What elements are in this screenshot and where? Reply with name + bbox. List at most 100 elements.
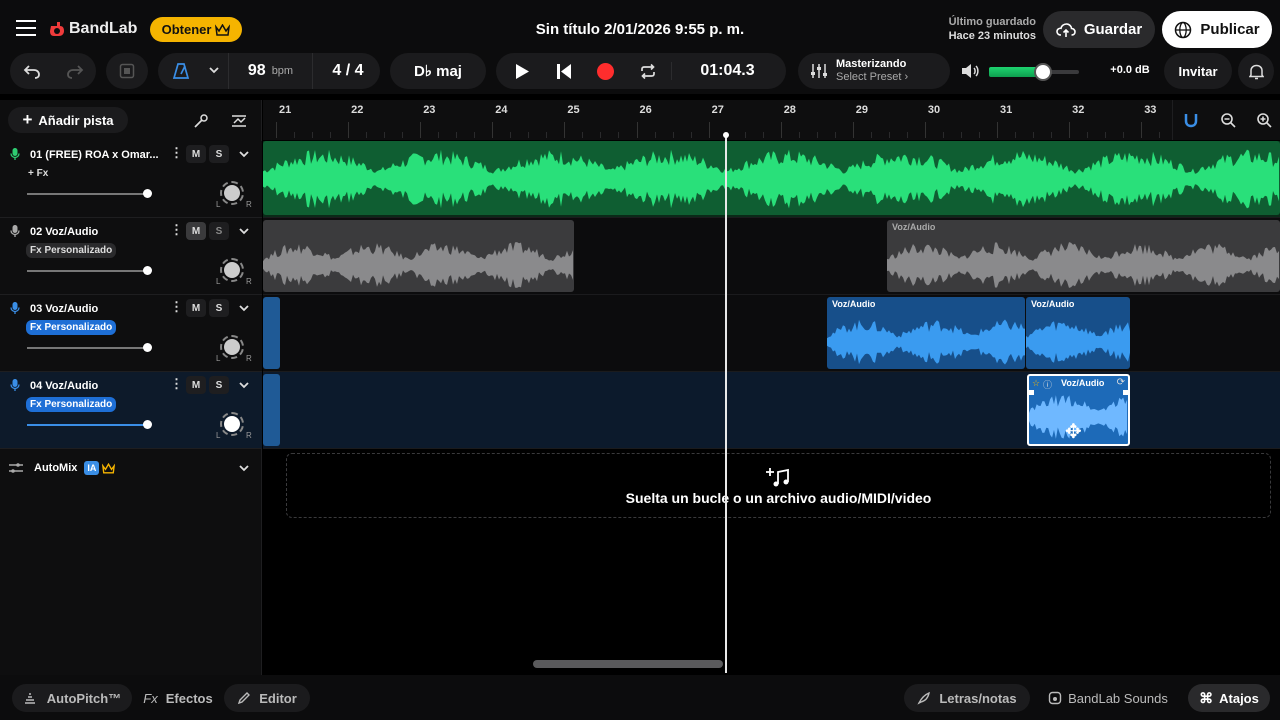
track-volume-slider[interactable] <box>27 420 152 429</box>
skip-back-icon[interactable] <box>556 63 572 83</box>
automation-icon[interactable] <box>230 112 248 133</box>
lane-track-1[interactable] <box>263 141 1280 218</box>
microphone-icon[interactable] <box>10 224 20 238</box>
microphone-icon[interactable] <box>10 378 20 392</box>
track-volume-knob[interactable] <box>143 343 152 352</box>
timeline-ruler[interactable]: 21 22 23 24 25 26 27 28 29 30 31 32 33 <box>263 100 1280 140</box>
effects-button[interactable]: Fx Efectos <box>134 684 222 712</box>
track-volume-slider[interactable] <box>27 266 152 275</box>
clip-loop-icon[interactable]: ⟳ <box>1117 377 1125 388</box>
track-volume-slider[interactable] <box>27 343 152 352</box>
horizontal-scrollbar[interactable] <box>533 660 723 668</box>
play-icon[interactable] <box>514 63 530 83</box>
track-name[interactable]: 04 Voz/Audio <box>30 380 98 392</box>
redo-icon[interactable] <box>53 63 96 79</box>
audio-clip-track-3b[interactable]: Voz/Audio <box>1026 297 1130 369</box>
undo-icon[interactable] <box>10 63 53 79</box>
chevron-down-icon[interactable] <box>238 462 250 474</box>
track-header-4[interactable]: 04 Voz/Audio Fx Personalizado ⋮ M S L R <box>0 372 262 449</box>
chevron-down-icon[interactable] <box>238 148 250 160</box>
track-menu-icon[interactable]: ⋮ <box>170 223 183 236</box>
pan-knob[interactable] <box>220 181 244 205</box>
mute-button[interactable]: M <box>186 222 206 240</box>
microphone-icon[interactable] <box>10 147 20 161</box>
lane-track-4[interactable]: Voz/Audio ☆ ⓘ ⟳ ✥ <box>263 372 1280 449</box>
get-premium-button[interactable]: Obtener <box>150 17 242 42</box>
playhead-head[interactable] <box>723 132 729 138</box>
track-menu-icon[interactable]: ⋮ <box>170 377 183 390</box>
track-volume-knob[interactable] <box>143 420 152 429</box>
layout-button[interactable] <box>106 53 148 89</box>
record-button[interactable] <box>597 63 614 80</box>
speaker-icon[interactable] <box>961 63 979 82</box>
autopitch-button[interactable]: AutoPitch™ <box>12 684 132 712</box>
lane-track-2[interactable]: Voz/Audio <box>263 218 1280 295</box>
track-menu-icon[interactable]: ⋮ <box>170 146 183 159</box>
publish-button[interactable]: Publicar <box>1162 11 1272 48</box>
bandlab-sounds-button[interactable]: BandLab Sounds <box>1034 684 1182 712</box>
mastering-button[interactable]: Masterizando Select Preset › <box>798 53 950 89</box>
microphone-icon[interactable] <box>10 301 20 315</box>
editor-button[interactable]: Editor <box>224 684 310 712</box>
audio-clip-track-2b[interactable]: Voz/Audio <box>887 220 1280 292</box>
chevron-down-icon[interactable] <box>238 379 250 391</box>
mute-button[interactable]: M <box>186 299 206 317</box>
add-track-button[interactable]: + Añadir pista <box>8 107 128 133</box>
track-menu-icon[interactable]: ⋮ <box>170 300 183 313</box>
clip-info-icon[interactable]: ⓘ <box>1043 378 1052 391</box>
audio-clip-track-3-start[interactable] <box>263 297 280 369</box>
save-button[interactable]: Guardar <box>1043 11 1155 48</box>
master-volume-knob[interactable] <box>1034 63 1052 81</box>
snap-magnet-icon[interactable] <box>1183 112 1199 131</box>
audio-clip-track-3a[interactable]: Voz/Audio <box>827 297 1025 369</box>
menu-icon[interactable] <box>16 20 36 36</box>
bandlab-logo[interactable]: BandLab <box>48 18 137 40</box>
pan-knob[interactable] <box>220 335 244 359</box>
track-header-3[interactable]: 03 Voz/Audio Fx Personalizado ⋮ M S L R <box>0 295 262 372</box>
chevron-down-icon[interactable] <box>238 225 250 237</box>
time-signature[interactable]: 4 / 4 <box>318 62 378 80</box>
solo-button[interactable]: S <box>209 376 229 394</box>
track-volume-slider[interactable] <box>27 189 152 198</box>
solo-button[interactable]: S <box>209 222 229 240</box>
tempo-field[interactable]: 98 bpm <box>228 53 313 89</box>
track-fx-button[interactable]: Fx Personalizado <box>26 243 117 258</box>
track-fx-button[interactable]: + Fx <box>28 166 48 181</box>
track-header-1[interactable]: 01 (FREE) ROA x Omar... + Fx ⋮ M S L R <box>0 141 262 218</box>
track-name[interactable]: 03 Voz/Audio <box>30 303 98 315</box>
clip-star-icon[interactable]: ☆ <box>1032 378 1040 389</box>
automix-row[interactable]: AutoMix IA <box>0 452 262 484</box>
track-name[interactable]: 02 Voz/Audio <box>30 226 98 238</box>
metronome-icon[interactable] <box>172 62 190 83</box>
track-fx-button[interactable]: Fx Personalizado <box>26 320 117 335</box>
audio-clip-track-4-start[interactable] <box>263 374 280 446</box>
notifications-button[interactable] <box>1238 53 1274 89</box>
zoom-out-icon[interactable] <box>1220 112 1236 131</box>
invite-button[interactable]: Invitar <box>1164 53 1232 89</box>
lyrics-button[interactable]: Letras/notas <box>904 684 1030 712</box>
master-volume-slider[interactable] <box>989 63 1079 81</box>
project-title[interactable]: Sin título 2/01/2026 9:55 p. m. <box>480 21 800 38</box>
mute-button[interactable]: M <box>186 376 206 394</box>
track-fx-button[interactable]: Fx Personalizado <box>26 397 117 412</box>
audio-clip-track-2a[interactable] <box>263 220 574 292</box>
solo-button[interactable]: S <box>209 299 229 317</box>
drop-zone[interactable]: Suelta un bucle o un archivo audio/MIDI/… <box>286 453 1271 518</box>
chevron-down-icon[interactable] <box>208 64 220 79</box>
tuner-icon[interactable] <box>192 112 210 133</box>
zoom-in-icon[interactable] <box>1256 112 1272 131</box>
track-volume-knob[interactable] <box>143 189 152 198</box>
shortcuts-button[interactable]: ⌘ Atajos <box>1188 684 1270 712</box>
track-volume-knob[interactable] <box>143 266 152 275</box>
audio-clip-track-4a[interactable]: Voz/Audio ☆ ⓘ ⟳ ✥ <box>1027 374 1130 446</box>
audio-clip-track-1[interactable] <box>263 141 1280 215</box>
track-header-2[interactable]: 02 Voz/Audio Fx Personalizado ⋮ M S L R <box>0 218 262 295</box>
loop-icon[interactable] <box>639 63 657 83</box>
key-button[interactable]: D♭ maj <box>390 53 486 89</box>
pan-knob[interactable] <box>220 412 244 436</box>
pan-knob[interactable] <box>220 258 244 282</box>
solo-button[interactable]: S <box>209 145 229 163</box>
track-name[interactable]: 01 (FREE) ROA x Omar... <box>30 149 159 161</box>
lane-track-3[interactable]: Voz/Audio Voz/Audio <box>263 295 1280 372</box>
chevron-down-icon[interactable] <box>238 302 250 314</box>
